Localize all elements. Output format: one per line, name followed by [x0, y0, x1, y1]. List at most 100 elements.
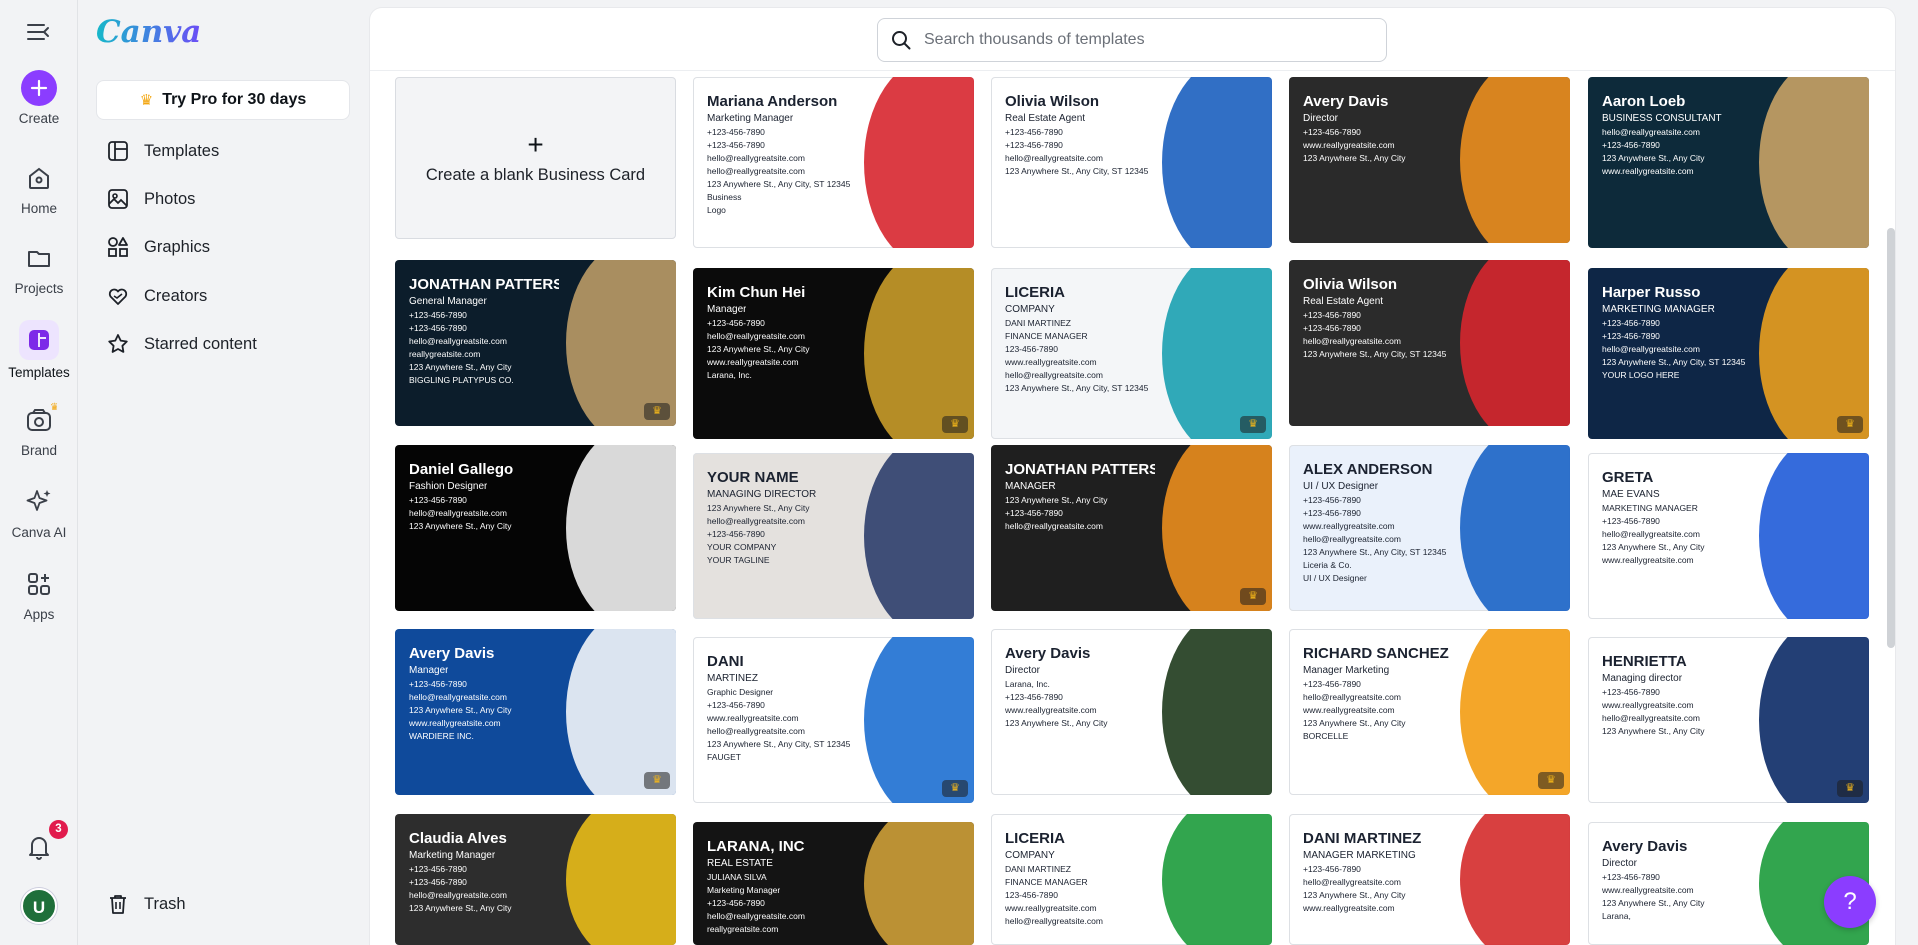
pro-crown-icon: ♛: [1538, 772, 1564, 789]
plus-icon: +: [527, 128, 544, 160]
card-line: hello@reallygreatsite.com: [707, 516, 805, 526]
card-accent-shape: [1759, 453, 1869, 619]
card-accent-shape: [1460, 77, 1570, 243]
pro-crown-icon: ♛: [942, 416, 968, 433]
card-line: 123 Anywhere St., Any City: [1602, 542, 1705, 552]
template-card[interactable]: Claudia Alves Marketing Manager +123-456-7…: [395, 814, 676, 945]
card-line: www.reallygreatsite.com: [1303, 140, 1395, 150]
scrollbar[interactable]: [1887, 228, 1895, 648]
card-line: BUSINESS CONSULTANT: [1602, 113, 1722, 124]
card-line: Managing director: [1602, 673, 1683, 684]
template-card[interactable]: DANI MARTINEZ Graphic Designer +123-456-789…: [693, 637, 974, 803]
panel-item-photos[interactable]: Photos: [96, 180, 350, 218]
try-pro-button[interactable]: ♛ Try Pro for 30 days: [96, 80, 350, 120]
rail-projects[interactable]: Projects: [0, 240, 78, 296]
rail-apps[interactable]: Apps: [0, 566, 78, 622]
card-line: hello@reallygreatsite.com: [707, 911, 805, 921]
template-card[interactable]: Kim Chun Hei Manager +123-456-7890 hello@re…: [693, 268, 974, 439]
template-card[interactable]: Avery Davis Director Larana, Inc. +123-456-…: [991, 629, 1272, 795]
card-line: DANI MARTINEZ: [1005, 318, 1071, 328]
template-card[interactable]: Mariana Anderson Marketing Manager +123-45…: [693, 77, 974, 248]
rail-templates[interactable]: Templates: [0, 320, 78, 380]
template-card[interactable]: Olivia Wilson Real Estate Agent +123-456-7…: [1289, 260, 1570, 426]
template-card[interactable]: LICERIA COMPANY DANI MARTINEZ FINANCE MANAG…: [991, 268, 1272, 439]
template-card[interactable]: YOUR NAME MANAGING DIRECTOR 123 Anywhere S…: [693, 453, 974, 619]
template-card[interactable]: Avery Davis Manager +123-456-7890 hello@rea…: [395, 629, 676, 795]
card-line: 123 Anywhere St., Any City: [409, 705, 512, 715]
card-line: Director: [1005, 665, 1041, 676]
card-line: +123-456-7890: [1602, 318, 1660, 328]
card-line: Larana, Inc.: [1005, 679, 1050, 689]
secondary-panel: Canva ♛ Try Pro for 30 days Templates Ph…: [78, 0, 358, 945]
card-line: MARTINEZ: [707, 673, 758, 684]
card-line: DANI MARTINEZ: [1005, 864, 1071, 874]
rail-canva-ai[interactable]: Canva AI: [0, 484, 78, 540]
panel-item-templates[interactable]: Templates: [96, 132, 350, 170]
template-card[interactable]: LARANA, INC REAL ESTATE JULIANA SILVA Marke…: [693, 822, 974, 945]
card-line: hello@reallygreatsite.com: [409, 890, 507, 900]
card-accent-shape: [1162, 629, 1272, 795]
card-name: LICERIA: [1005, 284, 1065, 301]
card-line: hello@reallygreatsite.com: [707, 166, 805, 176]
canva-logo[interactable]: Canva: [96, 14, 201, 50]
rail-create-label: Create: [18, 111, 60, 126]
panel-item-creators[interactable]: Creators: [96, 277, 350, 315]
card-line: MARKETING MANAGER: [1602, 304, 1715, 315]
template-card[interactable]: Avery Davis Director +123-456-7890 www.real…: [1289, 77, 1570, 243]
card-line: 123 Anywhere St., Any City: [1303, 890, 1406, 900]
card-line: +123-456-7890: [1005, 692, 1063, 702]
card-line: hello@reallygreatsite.com: [409, 336, 507, 346]
templates-icon: [19, 320, 59, 360]
template-card[interactable]: GRETA MAE EVANS MARKETING MANAGER +123-456-…: [1588, 453, 1869, 619]
sidebar-toggle-icon[interactable]: [24, 20, 54, 44]
template-card[interactable]: HENRIETTA Managing director +123-456-7890 w…: [1588, 637, 1869, 803]
card-line: FAUGET: [707, 752, 742, 762]
template-card[interactable]: LICERIA COMPANY DANI MARTINEZ FINANCE MANAG…: [991, 814, 1272, 945]
rail-projects-label: Projects: [14, 281, 64, 296]
card-name: Avery Davis: [1602, 838, 1688, 855]
card-line: +123-456-7890: [1602, 687, 1660, 697]
card-name: JONATHAN PATTERSON: [1005, 461, 1155, 478]
card-accent-shape: [566, 814, 676, 945]
template-card[interactable]: Harper Russo MARKETING MANAGER +123-456-78…: [1588, 268, 1869, 439]
card-line: 123 Anywhere St., Any City, ST 12345: [707, 739, 851, 749]
card-line: MANAGING DIRECTOR: [707, 489, 817, 500]
template-card[interactable]: Aaron Loeb BUSINESS CONSULTANT hello@reall…: [1588, 77, 1869, 248]
avatar[interactable]: U: [21, 888, 57, 924]
card-line: +123-456-7890: [1005, 127, 1063, 137]
template-card[interactable]: RICHARD SANCHEZ Manager Marketing +123-456…: [1289, 629, 1570, 795]
create-blank-card[interactable]: + Create a blank Business Card: [395, 77, 676, 239]
panel-item-label: Starred content: [144, 334, 257, 353]
rail-brand[interactable]: ♛ Brand: [0, 402, 78, 458]
card-line: Liceria & Co.: [1303, 560, 1352, 570]
card-line: +123-456-7890: [409, 864, 467, 874]
panel-item-starred[interactable]: Starred content: [96, 325, 350, 363]
search-bar[interactable]: [877, 18, 1387, 62]
template-card[interactable]: DANI MARTINEZ MANAGER MARKETING +123-456-7…: [1289, 814, 1570, 945]
template-card[interactable]: JONATHAN PATTERSON General Manager +123-45…: [395, 260, 676, 426]
card-line: +123-456-7890: [707, 529, 765, 539]
card-line: COMPANY: [1005, 304, 1055, 315]
help-button[interactable]: ?: [1824, 876, 1876, 928]
card-line: 123 Anywhere St., Any City: [1303, 153, 1406, 163]
plus-icon: [21, 70, 57, 106]
card-line: YOUR TAGLINE: [707, 555, 770, 565]
card-name: DANI: [707, 653, 744, 670]
card-name: Kim Chun Hei: [707, 284, 806, 301]
panel-item-graphics[interactable]: Graphics: [96, 228, 350, 266]
template-card[interactable]: Olivia Wilson Real Estate Agent +123-456-7…: [991, 77, 1272, 248]
template-card[interactable]: ALEX ANDERSON UI / UX Designer +123-456-78…: [1289, 445, 1570, 611]
search-input[interactable]: [924, 31, 1364, 49]
rail-home[interactable]: Home: [0, 160, 78, 216]
card-line: 123 Anywhere St., Any City: [409, 362, 512, 372]
template-card[interactable]: JONATHAN PATTERSON MANAGER 123 Anywhere St…: [991, 445, 1272, 611]
template-card[interactable]: Daniel Gallego Fashion Designer +123-456-7…: [395, 445, 676, 611]
pro-crown-icon: ♛: [1837, 780, 1863, 797]
rail-create-button[interactable]: Create: [0, 70, 78, 126]
card-line: hello@reallygreatsite.com: [707, 153, 805, 163]
panel-item-trash[interactable]: Trash: [96, 885, 350, 923]
card-line: 123-456-7890: [1005, 344, 1058, 354]
card-line: 123 Anywhere St., Any City: [1005, 495, 1108, 505]
template-card[interactable]: Avery Davis Director +123-456-7890 www.real…: [1588, 822, 1869, 945]
card-line: MAE EVANS: [1602, 489, 1660, 500]
